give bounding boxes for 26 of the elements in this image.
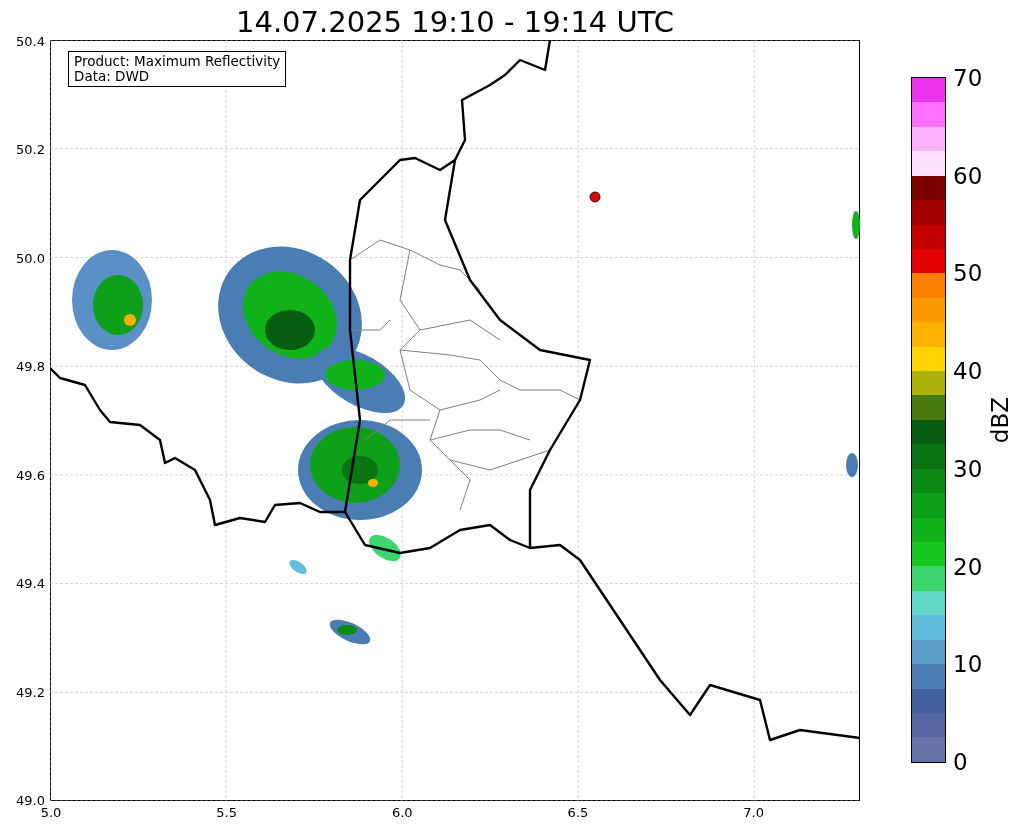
- y-tick-label: 49.8: [16, 358, 45, 374]
- colorbar-tick-label: 10: [953, 652, 983, 676]
- x-tick-label: 5.5: [216, 805, 237, 820]
- y-tick-label: 50.0: [16, 250, 45, 266]
- y-tick-label: 49.6: [16, 467, 45, 483]
- colorbar-tick-label: 0: [953, 750, 968, 774]
- x-tick-label: 6.0: [391, 805, 413, 820]
- y-tick-label: 49.2: [16, 684, 45, 700]
- x-tick-label: 5.0: [40, 805, 62, 820]
- colorbar-tick-label: 40: [953, 359, 983, 383]
- y-tick-label: 49.0: [16, 792, 45, 808]
- colorbar-tick-label: 70: [953, 66, 983, 90]
- info-text: Product: Maximum Reflectivity: [74, 54, 281, 69]
- chart-title: 14.07.2025 19:10 - 19:14 UTC: [235, 4, 675, 40]
- info-text: Data: DWD: [74, 69, 151, 84]
- x-tick-label: 7.0: [743, 805, 764, 820]
- y-tick-label: 50.2: [16, 141, 45, 157]
- colorbar-tick-label: 60: [953, 164, 983, 188]
- colorbar-tick-label: 20: [953, 555, 983, 579]
- colorbar-tick-label: 50: [953, 261, 983, 285]
- colorbar-tick-label: 30: [953, 457, 983, 481]
- location-marker: [589, 191, 601, 203]
- colorbar-label: dBZ: [988, 396, 1012, 444]
- x-tick-label: 6.5: [567, 805, 589, 820]
- y-tick-label: 49.4: [16, 575, 45, 591]
- y-tick-label: 50.4: [16, 33, 45, 49]
